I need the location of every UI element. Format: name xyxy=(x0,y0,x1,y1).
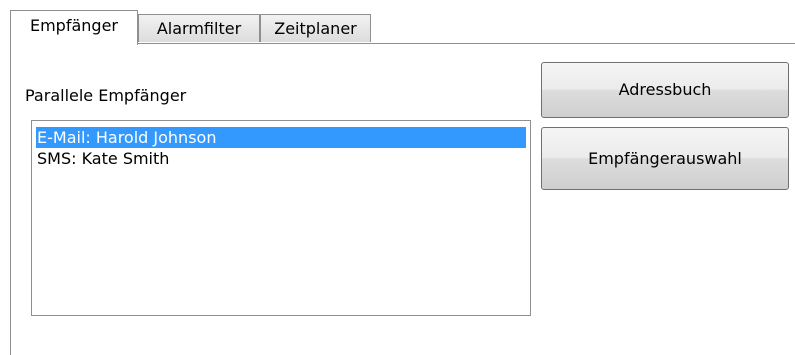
panel-border xyxy=(10,43,11,355)
list-item-email-harold-johnson[interactable]: E-Mail: Harold Johnson xyxy=(36,127,526,148)
tab-empfaenger[interactable]: Empfänger xyxy=(10,10,138,45)
tab-zeitplaner[interactable]: Zeitplaner xyxy=(260,14,371,42)
recipients-listbox[interactable]: E-Mail: Harold Johnson SMS: Kate Smith xyxy=(31,120,531,316)
address-book-button[interactable]: Adressbuch xyxy=(541,62,789,118)
tab-alarmfilter[interactable]: Alarmfilter xyxy=(138,14,260,42)
recipients-label: Parallele Empfänger xyxy=(25,86,187,105)
recipient-selection-button[interactable]: Empfängerauswahl xyxy=(541,127,789,190)
list-item-sms-kate-smith[interactable]: SMS: Kate Smith xyxy=(36,148,526,169)
